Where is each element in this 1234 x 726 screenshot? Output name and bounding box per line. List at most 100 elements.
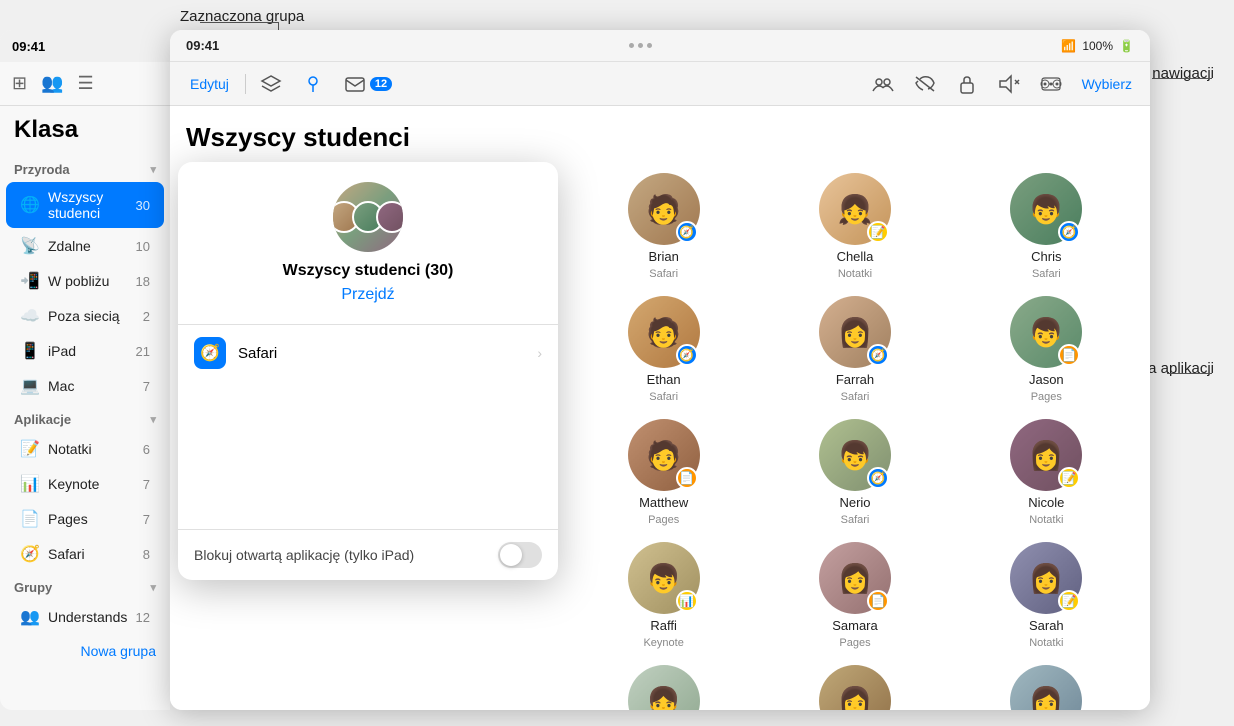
eye-off-icon <box>914 73 936 95</box>
pin-button[interactable] <box>296 69 330 99</box>
battery-icon: 🔋 <box>1119 39 1134 53</box>
student-name-brian: Brian <box>648 249 678 264</box>
popup-app-list: 🧭 Safari › <box>178 325 558 389</box>
group-icon[interactable]: 👥 <box>37 69 67 98</box>
poblizu-icon: 📲 <box>20 271 40 291</box>
student-card-tammy[interactable]: 👩 🧭 Tammy Safari <box>767 665 942 710</box>
student-card-jason[interactable]: 👦 📄 Jason Pages <box>959 296 1134 403</box>
popup-group-avatar <box>333 182 403 252</box>
student-name-nerio: Nerio <box>839 495 870 510</box>
student-app-matthew: Pages <box>648 514 679 526</box>
select-button[interactable]: Wybierz <box>1076 72 1138 96</box>
ipad-count: 21 <box>136 344 150 359</box>
student-card-brian[interactable]: 🧑 🧭 Brian Safari <box>576 173 751 280</box>
popup-safari-item[interactable]: 🧭 Safari › <box>178 325 558 381</box>
badge-brian: 🧭 <box>676 221 698 243</box>
wifi-icon: 📶 <box>1061 39 1076 53</box>
avatar-sue: 👧 <box>628 665 700 710</box>
student-app-farrah: Safari <box>841 391 870 403</box>
sidebar-item-ipad[interactable]: 📱 iPad 21 <box>6 334 164 368</box>
pages-icon: 📄 <box>20 509 40 529</box>
safari-icon: 🧭 <box>20 544 40 564</box>
messages-badge: 12 <box>370 77 392 91</box>
pages-count: 7 <box>143 512 150 527</box>
notatki-icon: 📝 <box>20 439 40 459</box>
keynote-icon: 📊 <box>20 474 40 494</box>
student-name-chris: Chris <box>1031 249 1061 264</box>
sidebar-item-zdalne[interactable]: 📡 Zdalne 10 <box>6 229 164 263</box>
section-grupy-label: Grupy <box>14 580 52 595</box>
safari-label: Safari <box>48 546 135 562</box>
popup-chevron-icon: › <box>537 345 542 361</box>
student-card-raffi[interactable]: 👦 📊 Raffi Keynote <box>576 542 751 649</box>
drag-handle-dots <box>629 43 652 48</box>
ann-line-lista-h <box>1167 373 1212 374</box>
eye-off-button[interactable] <box>908 69 942 99</box>
understands-label: Understands <box>48 609 128 625</box>
list-view-icon[interactable]: ☰ <box>74 69 98 98</box>
avatar-wrap-sue: 👧 🧭 <box>628 665 700 710</box>
sidebar-view-icon[interactable]: ⊞ <box>8 69 31 98</box>
avatar-vera: 👩 <box>1010 665 1082 710</box>
student-app-brian: Safari <box>649 268 678 280</box>
zdalne-icon: 📡 <box>20 236 40 256</box>
student-name-samara: Samara <box>832 618 878 633</box>
sidebar-item-mac[interactable]: 💻 Mac 7 <box>6 369 164 403</box>
student-card-sarah[interactable]: 👩 📝 Sarah Notatki <box>959 542 1134 649</box>
student-card-matthew[interactable]: 🧑 📄 Matthew Pages <box>576 419 751 526</box>
popup-toggle[interactable] <box>498 542 542 568</box>
zdalne-count: 10 <box>136 239 150 254</box>
sidebar-item-understands[interactable]: 👥 Understands 12 <box>6 600 164 634</box>
toolbar-divider-1 <box>245 74 246 94</box>
badge-sarah: 📝 <box>1058 590 1080 612</box>
student-card-chella[interactable]: 👧 📝 Chella Notatki <box>767 173 942 280</box>
groups-button[interactable] <box>866 69 900 99</box>
sidebar-item-keynote[interactable]: 📊 Keynote 7 <box>6 467 164 501</box>
sidebar-item-poza-siecia[interactable]: ☁️ Poza siecią 2 <box>6 299 164 333</box>
student-card-ethan[interactable]: 🧑 🧭 Ethan Safari <box>576 296 751 403</box>
sidebar-item-safari[interactable]: 🧭 Safari 8 <box>6 537 164 571</box>
group-popup: Wszyscy studenci (30) Przejdź 🧭 Safari ›… <box>178 162 558 580</box>
new-group-button[interactable]: Nowa grupa <box>0 635 170 667</box>
groups-icon <box>872 73 894 95</box>
popup-header: Wszyscy studenci (30) Przejdź <box>178 162 558 325</box>
sidebar-item-w-poblizu[interactable]: 📲 W pobliżu 18 <box>6 264 164 298</box>
mute-button[interactable] <box>992 69 1026 99</box>
popup-go-button[interactable]: Przejdź <box>341 282 394 308</box>
main-content-area: Wszyscy studenci 🧑 🧭 Brian Safari 👧 📝 <box>170 106 1150 710</box>
sidebar-item-notatki[interactable]: 📝 Notatki 6 <box>6 432 164 466</box>
student-card-sue[interactable]: 👧 🧭 Sue Safari <box>576 665 751 710</box>
student-app-ethan: Safari <box>649 391 678 403</box>
student-card-nerio[interactable]: 👦 🧭 Nerio Safari <box>767 419 942 526</box>
section-przyroda[interactable]: Przyroda ▾ <box>0 154 170 181</box>
student-card-nicole[interactable]: 👩 📝 Nicole Notatki <box>959 419 1134 526</box>
section-grupy[interactable]: Grupy ▾ <box>0 572 170 599</box>
layers-button[interactable] <box>254 69 288 99</box>
ls-sidebar-content: Klasa Przyroda ▾ 🌐 Wszyscy studenci 30 📡… <box>0 106 170 710</box>
student-card-chris[interactable]: 👦 🧭 Chris Safari <box>959 173 1134 280</box>
understands-icon: 👥 <box>20 607 40 627</box>
student-grid: 🧑 🧭 Brian Safari 👧 📝 Chella Notatki <box>576 169 1134 649</box>
mac-icon: 💻 <box>20 376 40 396</box>
student-name-nicole: Nicole <box>1028 495 1064 510</box>
content-title: Wszyscy studenci <box>186 122 1134 153</box>
student-card-farrah[interactable]: 👩 🧭 Farrah Safari <box>767 296 942 403</box>
messages-button[interactable]: 12 <box>338 69 398 99</box>
section-aplikacje[interactable]: Aplikacje ▾ <box>0 404 170 431</box>
avatar-wrap-ethan: 🧑 🧭 <box>628 296 700 368</box>
left-sidebar-panel: 09:41 ⊞ 👥 ☰ Klasa Przyroda ▾ 🌐 Wszyscy s… <box>0 30 170 710</box>
edit-button[interactable]: Edytuj <box>182 72 237 96</box>
avatar-wrap-raffi: 👦 📊 <box>628 542 700 614</box>
avatar-wrap-matthew: 🧑 📄 <box>628 419 700 491</box>
lock-button[interactable] <box>950 69 984 99</box>
pages-label: Pages <box>48 511 135 527</box>
student-name-jason: Jason <box>1029 372 1064 387</box>
student-card-samara[interactable]: 👩 📄 Samara Pages <box>767 542 942 649</box>
sidebar-item-wszyscy-studenci[interactable]: 🌐 Wszyscy studenci 30 <box>6 182 164 228</box>
sidebar-item-pages[interactable]: 📄 Pages 7 <box>6 502 164 536</box>
chevron-przyroda: ▾ <box>150 163 156 176</box>
student-card-vera[interactable]: 👩 ☁️ Vera Poza siecią <box>959 665 1134 710</box>
ipad-label: iPad <box>48 343 128 359</box>
more-button[interactable] <box>1034 69 1068 99</box>
pin-icon <box>302 73 324 95</box>
